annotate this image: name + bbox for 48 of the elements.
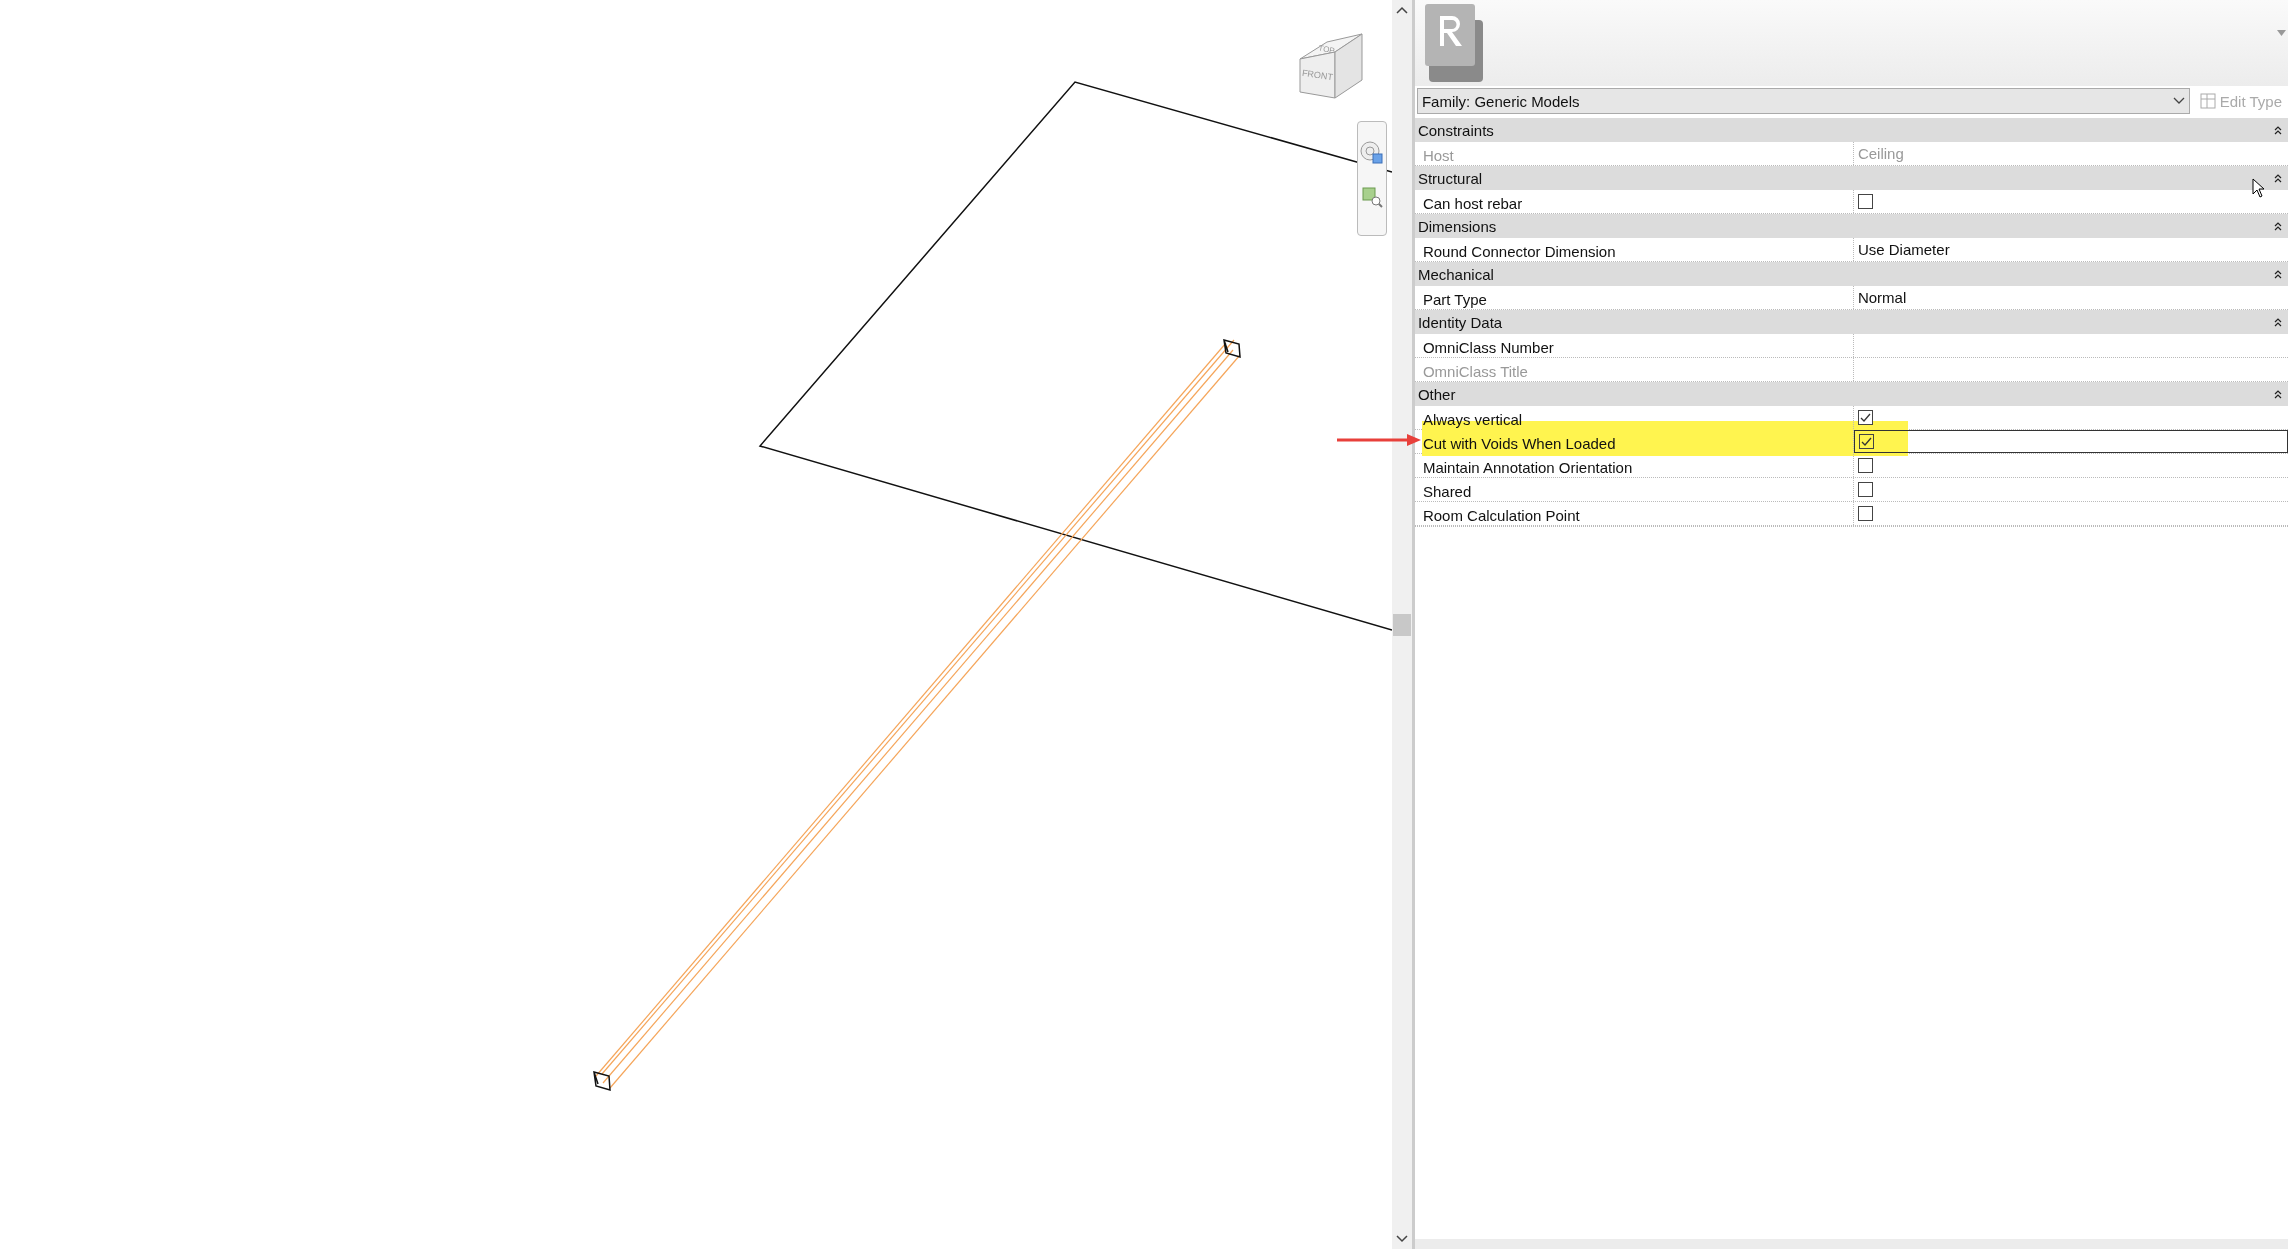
type-selector[interactable]: Family: Generic Models xyxy=(1416,88,2190,114)
property-value-cell[interactable] xyxy=(1853,430,2288,453)
property-label: Can host rebar xyxy=(1414,190,1854,213)
property-label: Part Type xyxy=(1414,286,1854,309)
r-logo-icon xyxy=(1422,2,1485,84)
property-label: OmniClass Number xyxy=(1414,334,1854,357)
checkbox[interactable] xyxy=(1857,194,1873,209)
category-header[interactable]: Other xyxy=(1414,382,2288,406)
collapse-icon[interactable] xyxy=(2274,221,2282,231)
chevron-down-icon xyxy=(2172,97,2185,105)
collapse-icon[interactable] xyxy=(2274,125,2282,135)
category-header[interactable]: Dimensions xyxy=(1414,214,2288,238)
collapse-icon[interactable] xyxy=(2274,269,2282,279)
checkbox[interactable] xyxy=(1857,410,1873,425)
category-header[interactable]: Constraints xyxy=(1414,118,2288,142)
property-value-cell[interactable]: Use Diameter xyxy=(1853,238,2288,261)
collapse-icon[interactable] xyxy=(2274,173,2282,183)
property-label: OmniClass Title xyxy=(1414,358,1854,381)
scrollbar[interactable] xyxy=(1392,0,1412,1249)
checkbox[interactable] xyxy=(1857,458,1873,473)
category-header[interactable]: Identity Data xyxy=(1414,310,2288,334)
steering-wheel-icon[interactable] xyxy=(1359,140,1385,166)
edit-type-icon xyxy=(2199,93,2216,109)
category-header[interactable]: Structural xyxy=(1414,166,2288,190)
category-label: Other xyxy=(1417,385,1456,403)
category-label: Dimensions xyxy=(1417,217,1497,235)
property-label: Round Connector Dimension xyxy=(1414,238,1854,261)
checkbox[interactable] xyxy=(1857,506,1873,521)
category-label: Mechanical xyxy=(1417,265,1494,283)
property-label: Room Calculation Point xyxy=(1414,502,1854,525)
collapse-icon[interactable] xyxy=(2274,317,2282,327)
mouse-pointer-icon xyxy=(2252,178,2266,198)
property-label: Maintain Annotation Orientation xyxy=(1414,454,1854,477)
category-label: Structural xyxy=(1417,169,1483,187)
checkbox[interactable] xyxy=(1857,482,1873,497)
category-label: Identity Data xyxy=(1417,313,1503,331)
scrollbar-thumb[interactable] xyxy=(1392,614,1411,636)
scroll-up-icon[interactable] xyxy=(1395,6,1408,14)
scroll-down-icon[interactable] xyxy=(1395,1235,1408,1243)
property-value-cell[interactable]: Normal xyxy=(1853,286,2288,309)
property-label: Host xyxy=(1414,142,1854,165)
checkbox[interactable] xyxy=(1858,434,1874,449)
zoom-icon[interactable] xyxy=(1361,186,1383,208)
collapse-icon[interactable] xyxy=(2274,389,2282,399)
dropdown-caret-icon[interactable] xyxy=(2277,30,2286,36)
category-label: Constraints xyxy=(1417,121,1494,139)
property-label: Shared xyxy=(1414,478,1854,501)
category-header[interactable]: Mechanical xyxy=(1414,262,2288,286)
